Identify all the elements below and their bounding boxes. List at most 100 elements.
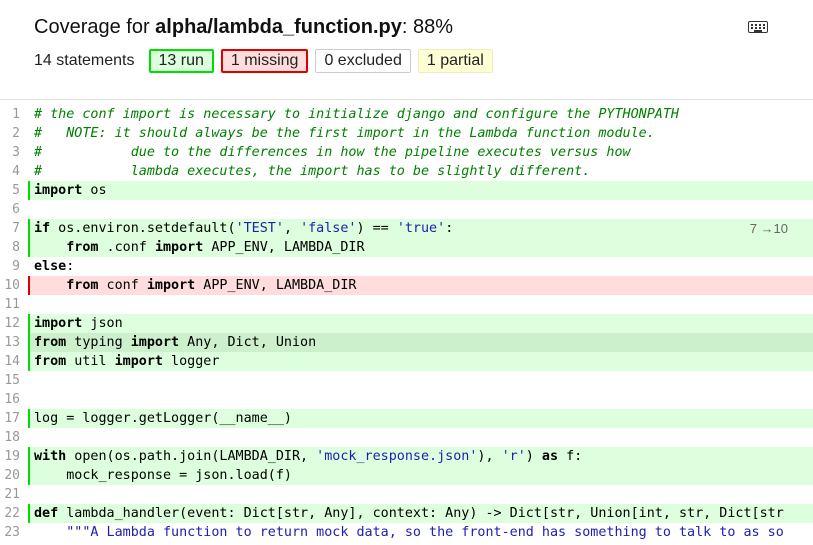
code-token: conf [98, 278, 147, 293]
keyword-token: if [34, 221, 51, 236]
line-number[interactable]: 1 [0, 105, 20, 124]
line-code: if os.environ.setdefault('TEST', 'false'… [28, 219, 813, 238]
code-token: : [66, 259, 75, 274]
source-line: 13 from typing import Any, Dict, Union [0, 333, 813, 352]
code-token: os [82, 183, 107, 198]
line-code: from conf import APP_ENV, LAMBDA_DIR [28, 276, 813, 295]
code-token: f: [558, 449, 583, 464]
source-line: 23 """A Lambda function to return mock d… [0, 523, 813, 542]
string-token: 'mock_response.json' [316, 449, 478, 464]
code-token: ), [477, 449, 502, 464]
keyword-token: import [114, 354, 163, 369]
line-code: # lambda executes, the import has to be … [28, 162, 813, 181]
keyword-token: import [34, 316, 83, 331]
header: Coverage for alpha/lambda_function.py: 8… [0, 0, 813, 100]
code-token: lambda_handler(event: Dict[str, Any], co… [58, 506, 784, 521]
keyword-token: def [34, 506, 59, 521]
line-code: with open(os.path.join(LAMBDA_DIR, 'mock… [28, 447, 813, 466]
source-line: 16 [0, 390, 813, 409]
line-code: else: [28, 257, 813, 276]
code-token: logger [163, 354, 220, 369]
line-number[interactable]: 4 [0, 162, 20, 181]
keyword-token: as [541, 449, 559, 464]
keyword-token: import [130, 335, 180, 350]
line-code: # due to the differences in how the pipe… [28, 143, 813, 162]
line-code: mock_response = json.load(f) [28, 466, 813, 485]
code-token: : [445, 221, 454, 236]
line-number[interactable]: 22 [0, 504, 20, 523]
code-token: os.environ.setdefault( [50, 221, 236, 236]
line-number[interactable]: 21 [0, 485, 20, 504]
keyword-token: from [66, 240, 99, 255]
partial-filter-button[interactable]: 1 partial [417, 49, 493, 73]
source-line: 20 mock_response = json.load(f) [0, 466, 813, 485]
line-code: def lambda_handler(event: Dict[str, Any]… [28, 504, 813, 523]
code-token: util [66, 354, 115, 369]
keyword-token: import [146, 278, 196, 293]
line-code: import json [28, 314, 813, 333]
line-number[interactable]: 18 [0, 428, 20, 447]
line-number[interactable]: 2 [0, 124, 20, 143]
title-suffix: : 88% [401, 16, 454, 38]
line-number[interactable]: 6 [0, 200, 20, 219]
partial-branch-annotation[interactable]: 7 →10 [750, 219, 788, 238]
source-line: 1 # the conf import is necessary to initi… [0, 105, 813, 124]
missing-filter-button[interactable]: 1 missing [220, 49, 309, 73]
source-line: 12 import json [0, 314, 813, 333]
line-number[interactable]: 17 [0, 409, 20, 428]
line-number[interactable]: 10 [0, 276, 20, 295]
line-number[interactable]: 20 [0, 466, 20, 485]
source-line: 15 [0, 371, 813, 390]
line-number[interactable]: 12 [0, 314, 20, 333]
string-token: 'true' [396, 221, 446, 236]
comment-token: # lambda executes, the import has to be … [34, 164, 591, 179]
keyword-token: else [34, 259, 67, 274]
title-file: alpha/lambda_function.py [155, 16, 402, 38]
page-title: Coverage for alpha/lambda_function.py: 8… [34, 16, 453, 39]
code-token: APP_ENV, LAMBDA_DIR [203, 240, 365, 255]
source-line: 10 from conf import APP_ENV, LAMBDA_DIR [0, 276, 813, 295]
line-number[interactable]: 8 [0, 238, 20, 257]
line-number[interactable]: 5 [0, 181, 20, 200]
source-line: 6 [0, 200, 813, 219]
source-line: 9 else: [0, 257, 813, 276]
line-number[interactable]: 15 [0, 371, 20, 390]
line-code: log = logger.getLogger(__name__) [28, 409, 813, 428]
string-token: 'r' [501, 449, 526, 464]
source-line: 14 from util import logger [0, 352, 813, 371]
code-token: .conf [98, 240, 155, 255]
source-listing: 1 # the conf import is necessary to initi… [0, 105, 813, 542]
source-line: 22 def lambda_handler(event: Dict[str, An… [0, 504, 813, 523]
line-number[interactable]: 19 [0, 447, 20, 466]
code-token: mock_response = json.load(f) [34, 468, 292, 483]
comment-token: # due to the differences in how the pipe… [34, 145, 631, 160]
line-number[interactable]: 3 [0, 143, 20, 162]
line-code: import os [28, 181, 813, 200]
line-number[interactable]: 16 [0, 390, 20, 409]
line-code: # NOTE: it should always be the first im… [28, 124, 813, 143]
line-number[interactable]: 23 [0, 523, 20, 542]
line-number[interactable]: 11 [0, 295, 20, 314]
code-token: log = logger.getLogger(__name__) [34, 411, 292, 426]
source-line: 17 log = logger.getLogger(__name__) [0, 409, 813, 428]
source-line: 21 [0, 485, 813, 504]
line-number[interactable]: 13 [0, 333, 20, 352]
comment-token: # the conf import is necessary to initia… [34, 107, 679, 122]
keyword-token: import [154, 240, 204, 255]
line-number[interactable]: 7 [0, 219, 20, 238]
code-token: open(os.path.join(LAMBDA_DIR, [66, 449, 317, 464]
code-token: APP_ENV, LAMBDA_DIR [195, 278, 357, 293]
stats-bar: 14 statements 13 run 1 missing 0 exclude… [34, 49, 500, 73]
excluded-filter-button[interactable]: 0 excluded [315, 49, 411, 73]
line-code: from typing import Any, Dict, Union [28, 333, 813, 352]
line-number[interactable]: 14 [0, 352, 20, 371]
code-token: ) == [356, 221, 397, 236]
run-filter-button[interactable]: 13 run [148, 49, 214, 73]
line-code: """A Lambda function to return mock data… [28, 523, 813, 542]
keyboard-icon[interactable] [748, 21, 768, 33]
code-token: , [283, 221, 301, 236]
line-number[interactable]: 9 [0, 257, 20, 276]
